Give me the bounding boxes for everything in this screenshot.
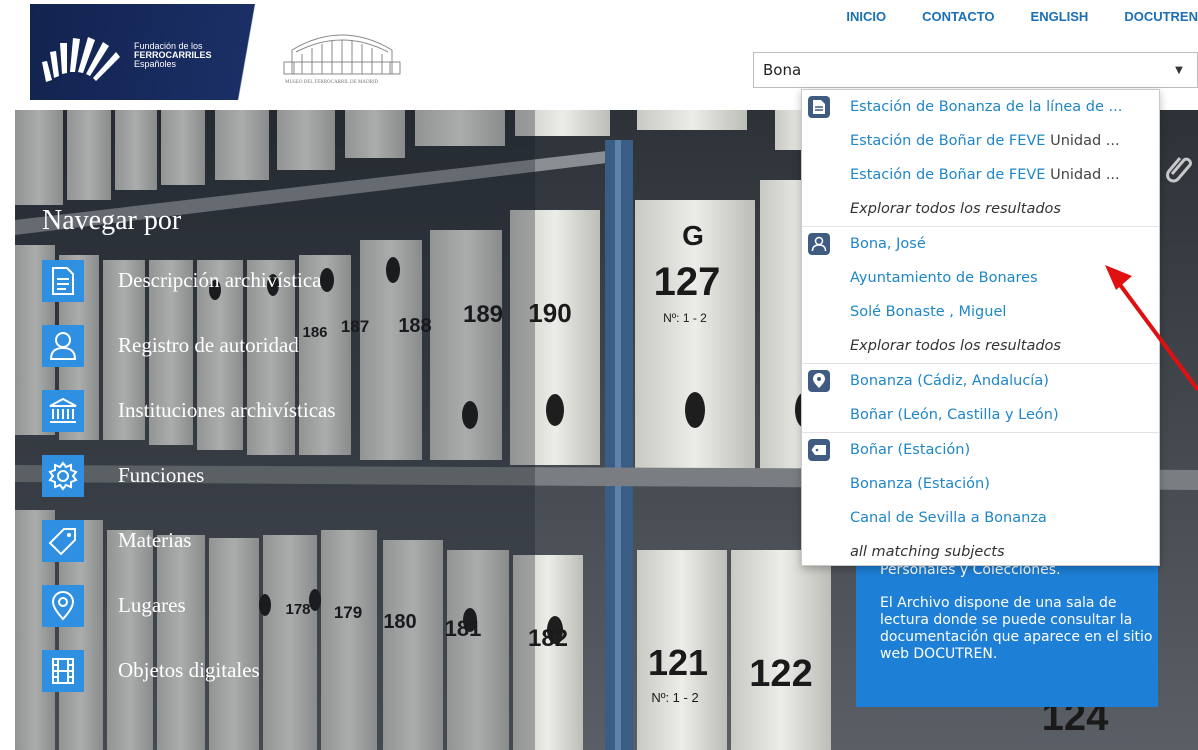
document-icon — [808, 96, 830, 118]
search-box: ▼ — [753, 52, 1198, 88]
nav-docutren[interactable]: DOCUTREN — [1124, 9, 1198, 27]
person-icon — [42, 324, 84, 367]
autocomplete-result[interactable]: Bona, José — [802, 227, 1159, 261]
browse-label: Objetos digitales — [118, 658, 260, 682]
person-icon — [808, 233, 830, 255]
box-label: 127 — [654, 260, 721, 304]
autocomplete-result[interactable]: Boñar (Estación) — [802, 433, 1159, 467]
browse-item-instituciones[interactable]: Instituciones archivísticas — [42, 378, 336, 443]
box-label: 122 — [749, 653, 812, 695]
browse-item-descripcion[interactable]: Descripción archivística — [42, 248, 336, 313]
browse-item-materias[interactable]: Materias — [42, 508, 336, 573]
box-label: Nº: 1 - 2 — [663, 311, 707, 325]
browse-label: Instituciones archivísticas — [118, 398, 336, 422]
browse-label: Registro de autoridad — [118, 333, 299, 357]
browse-title: Navegar por — [42, 205, 182, 236]
red-arrow-annotation — [1105, 265, 1198, 392]
all-matching-subjects-link[interactable]: all matching subjects — [802, 535, 1159, 569]
browse-item-objetos[interactable]: Objetos digitales — [42, 638, 336, 703]
nav-english[interactable]: ENGLISH — [1031, 9, 1089, 27]
search-input[interactable] — [754, 53, 1154, 87]
autocomplete-result[interactable]: Boñar (León, Castilla y León) — [802, 398, 1159, 432]
autocomplete-result[interactable]: Estación de Boñar de FEVE Unidad ... — [802, 124, 1159, 158]
box-label: G — [682, 220, 704, 251]
top-navigation: INICIO CONTACTO ENGLISH DOCUTREN — [810, 9, 1198, 27]
browse-menu: Descripción archivística Registro de aut… — [42, 248, 336, 703]
nav-contacto[interactable]: CONTACTO — [922, 9, 994, 27]
tag-icon — [808, 439, 830, 461]
museum-building-icon — [283, 34, 401, 75]
browse-label: Materias — [118, 528, 192, 552]
tag-icon — [42, 519, 84, 562]
box-label: 121 — [648, 642, 708, 683]
museum-caption: MUSEO DEL FERROCARRIL DE MADRID — [285, 80, 379, 85]
site-logo[interactable]: Fundación de los FERROCARRILES Españoles… — [30, 4, 401, 100]
document-icon — [42, 259, 84, 302]
browse-label: Lugares — [118, 593, 186, 617]
browse-label: Funciones — [118, 463, 205, 487]
browse-item-registro[interactable]: Registro de autoridad — [42, 313, 336, 378]
map-pin-icon — [808, 370, 830, 392]
film-icon — [42, 649, 84, 692]
nav-inicio[interactable]: INICIO — [846, 9, 886, 27]
autocomplete-group-descriptions: Estación de Bonanza de la línea de ... E… — [802, 90, 1159, 227]
autocomplete-result[interactable]: Bonanza (Estación) — [802, 467, 1159, 501]
logo-wordmark: Fundación de los FERROCARRILES Españoles — [134, 42, 212, 69]
browse-item-funciones[interactable]: Funciones — [42, 443, 336, 508]
rays-logo-icon — [42, 37, 120, 82]
autocomplete-group-subjects: Boñar (Estación) Bonanza (Estación) Cana… — [802, 433, 1159, 569]
paperclip-icon — [1166, 157, 1192, 183]
browse-item-lugares[interactable]: Lugares — [42, 573, 336, 638]
info-text-2: El Archivo dispone de una sala de lectur… — [880, 595, 1153, 662]
explore-all-link[interactable]: Explorar todos los resultados — [802, 192, 1159, 226]
autocomplete-result[interactable]: Estación de Bonanza de la línea de ... — [802, 90, 1159, 124]
gear-icon — [42, 454, 84, 497]
autocomplete-result[interactable]: Canal de Sevilla a Bonanza — [802, 501, 1159, 535]
browse-label: Descripción archivística — [118, 268, 322, 292]
box-label: Nº: 1 - 2 — [651, 690, 698, 705]
autocomplete-result[interactable]: Estación de Boñar de FEVE Unidad ... — [802, 158, 1159, 192]
caret-down-icon[interactable]: ▼ — [1161, 53, 1197, 87]
institution-icon — [42, 389, 84, 432]
map-pin-icon — [42, 584, 84, 627]
logo-line-3: Españoles — [134, 59, 177, 69]
